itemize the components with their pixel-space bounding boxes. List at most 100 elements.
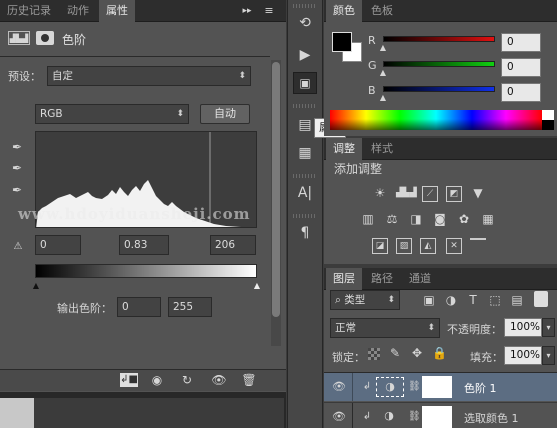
tab-layers[interactable]: 图层 — [326, 268, 362, 290]
filter-type-icon[interactable]: T — [466, 293, 480, 307]
notes-icon[interactable]: ▦ — [295, 146, 315, 160]
scrollbar-thumb[interactable] — [272, 62, 280, 317]
channel-select[interactable]: RGB ⬍ — [35, 104, 189, 124]
dock-grip[interactable] — [293, 174, 317, 178]
tab-actions[interactable]: 动作 — [60, 0, 96, 22]
layer-mask-thumbnail[interactable] — [422, 376, 452, 398]
eye-divider — [352, 373, 353, 401]
filter-pixel-icon[interactable]: ▣ — [422, 293, 436, 307]
color-spectrum[interactable] — [330, 110, 542, 130]
tab-paths[interactable]: 路径 — [364, 268, 400, 290]
history-icon[interactable]: ⟲ — [295, 16, 315, 30]
clipping-warning-icon[interactable]: ⚠ — [7, 240, 29, 254]
filter-smart-object-icon[interactable]: ▤ — [510, 293, 524, 307]
tab-properties[interactable]: 属性 — [99, 0, 135, 22]
visibility-eye-icon[interactable]: 👁 — [332, 380, 346, 394]
tab-color[interactable]: 颜色 — [326, 0, 362, 22]
properties-icon[interactable]: ▣ — [293, 72, 317, 94]
panel-doc-icon[interactable]: ▤ — [295, 118, 315, 132]
layer-row[interactable]: 👁 ↲ ◑ ⛓ 色阶 1 — [324, 373, 557, 401]
panel-menu-icon[interactable]: ≡ — [262, 4, 276, 18]
reset-icon[interactable]: ↻ — [178, 373, 196, 387]
tab-swatches[interactable]: 色板 — [364, 0, 400, 22]
opacity-dropdown-icon[interactable]: ▾ — [542, 318, 555, 337]
visibility-eye-icon[interactable]: 👁 — [210, 373, 228, 387]
curves-icon[interactable]: ⟋ — [422, 186, 438, 202]
character-icon[interactable]: A| — [295, 186, 315, 200]
slider-track-b[interactable] — [383, 86, 495, 92]
lock-brush-icon[interactable]: ✎ — [388, 346, 402, 360]
hue-saturation-icon[interactable]: ▥ — [360, 212, 376, 226]
panel-scrollbar[interactable] — [271, 60, 281, 346]
layer-name[interactable]: 色阶 1 — [464, 380, 497, 396]
dock-grip[interactable] — [293, 214, 317, 218]
clip-to-layer-icon[interactable]: ↲■ — [120, 373, 138, 387]
lock-all-icon[interactable]: 🔒 — [432, 346, 447, 360]
slider-white-handle[interactable]: ▲ — [252, 279, 262, 293]
slider-handle-r[interactable]: ▲ — [378, 41, 388, 55]
threshold-icon[interactable]: ◭ — [420, 238, 436, 254]
posterize-icon[interactable]: ▨ — [396, 238, 412, 254]
eyedropper-white-icon[interactable]: ✒ — [10, 183, 24, 197]
layer-row[interactable]: 👁 ↲ ◑ ⛓ 选取颜色 1 — [324, 402, 557, 428]
foreground-color-swatch[interactable] — [332, 32, 352, 52]
input-gamma-field[interactable]: 0.83 — [119, 235, 169, 255]
tab-styles[interactable]: 样式 — [364, 138, 400, 160]
tab-adjustments[interactable]: 调整 — [326, 138, 362, 160]
channel-value-b[interactable]: 0 — [501, 83, 541, 102]
tab-history[interactable]: 历史记录 — [0, 0, 58, 22]
exposure-icon[interactable]: ◩ — [446, 186, 462, 202]
gradient-map-icon[interactable] — [470, 238, 486, 240]
play-action-icon[interactable]: ▶ — [295, 48, 315, 62]
color-balance-icon[interactable]: ⚖ — [384, 212, 400, 226]
layer-name[interactable]: 选取颜色 1 — [464, 410, 519, 426]
link-chain-icon[interactable]: ⛓ — [408, 380, 421, 394]
view-previous-icon[interactable]: ◉ — [148, 373, 166, 387]
trash-icon[interactable]: 🗑 — [240, 373, 258, 387]
filter-adjustment-icon[interactable]: ◑ — [444, 293, 458, 307]
slider-track-g[interactable] — [383, 61, 495, 67]
lock-move-icon[interactable]: ✥ — [410, 346, 424, 360]
output-white-field[interactable]: 255 — [168, 297, 212, 317]
selective-color-icon[interactable]: ✕ — [446, 238, 462, 254]
dock-grip[interactable] — [293, 4, 317, 8]
preset-select[interactable]: 自定 ⬍ — [47, 66, 251, 86]
slider-black-handle[interactable]: ▲ — [31, 279, 41, 293]
link-chain-icon[interactable]: ⛓ — [408, 410, 421, 424]
input-black-field[interactable]: 0 — [35, 235, 81, 255]
channel-value-g[interactable]: 0 — [501, 58, 541, 77]
channel-value-r[interactable]: 0 — [501, 33, 541, 52]
color-lookup-icon[interactable]: ▦ — [480, 212, 496, 226]
panel-collapse-icon[interactable]: ▸▸ — [240, 4, 254, 18]
invert-icon[interactable]: ◪ — [372, 238, 388, 254]
mask-icon[interactable] — [36, 31, 54, 45]
levels-icon[interactable]: ▟▙▟ — [396, 186, 417, 200]
output-black-field[interactable]: 0 — [117, 297, 161, 317]
fill-field[interactable]: 100% — [504, 346, 542, 365]
channel-mixer-icon[interactable]: ✿ — [456, 212, 472, 226]
filter-toggle-icon[interactable] — [534, 291, 548, 307]
fill-dropdown-icon[interactable]: ▾ — [542, 346, 555, 365]
layer-kind-filter[interactable]: ⌕ 类型 ⬍ — [330, 290, 400, 310]
dock-grip[interactable] — [293, 104, 317, 108]
blend-mode-select[interactable]: 正常 ⬍ — [330, 318, 440, 338]
layer-mask-thumbnail[interactable] — [422, 406, 452, 428]
eyedropper-black-icon[interactable]: ✒ — [10, 140, 24, 154]
input-white-field[interactable]: 206 — [210, 235, 256, 255]
slider-track-r[interactable] — [383, 36, 495, 42]
visibility-eye-icon[interactable]: 👁 — [332, 410, 346, 424]
brightness-icon[interactable]: ☀ — [372, 186, 388, 200]
lock-transparent-icon[interactable] — [368, 348, 380, 360]
photo-filter-icon[interactable]: ◙ — [432, 212, 448, 226]
spectrum-black-white[interactable] — [542, 110, 554, 130]
auto-button[interactable]: 自动 — [200, 104, 250, 124]
opacity-field[interactable]: 100% — [504, 318, 542, 337]
slider-handle-b[interactable]: ▲ — [378, 91, 388, 105]
black-white-icon[interactable]: ◨ — [408, 212, 424, 226]
paragraph-icon[interactable]: ¶ — [295, 226, 315, 240]
filter-shape-icon[interactable]: ⬚ — [488, 293, 502, 307]
slider-handle-g[interactable]: ▲ — [378, 66, 388, 80]
vibrance-icon[interactable]: ▼ — [470, 186, 486, 200]
tab-channels[interactable]: 通道 — [402, 268, 438, 290]
eyedropper-gray-icon[interactable]: ✒ — [10, 161, 24, 175]
